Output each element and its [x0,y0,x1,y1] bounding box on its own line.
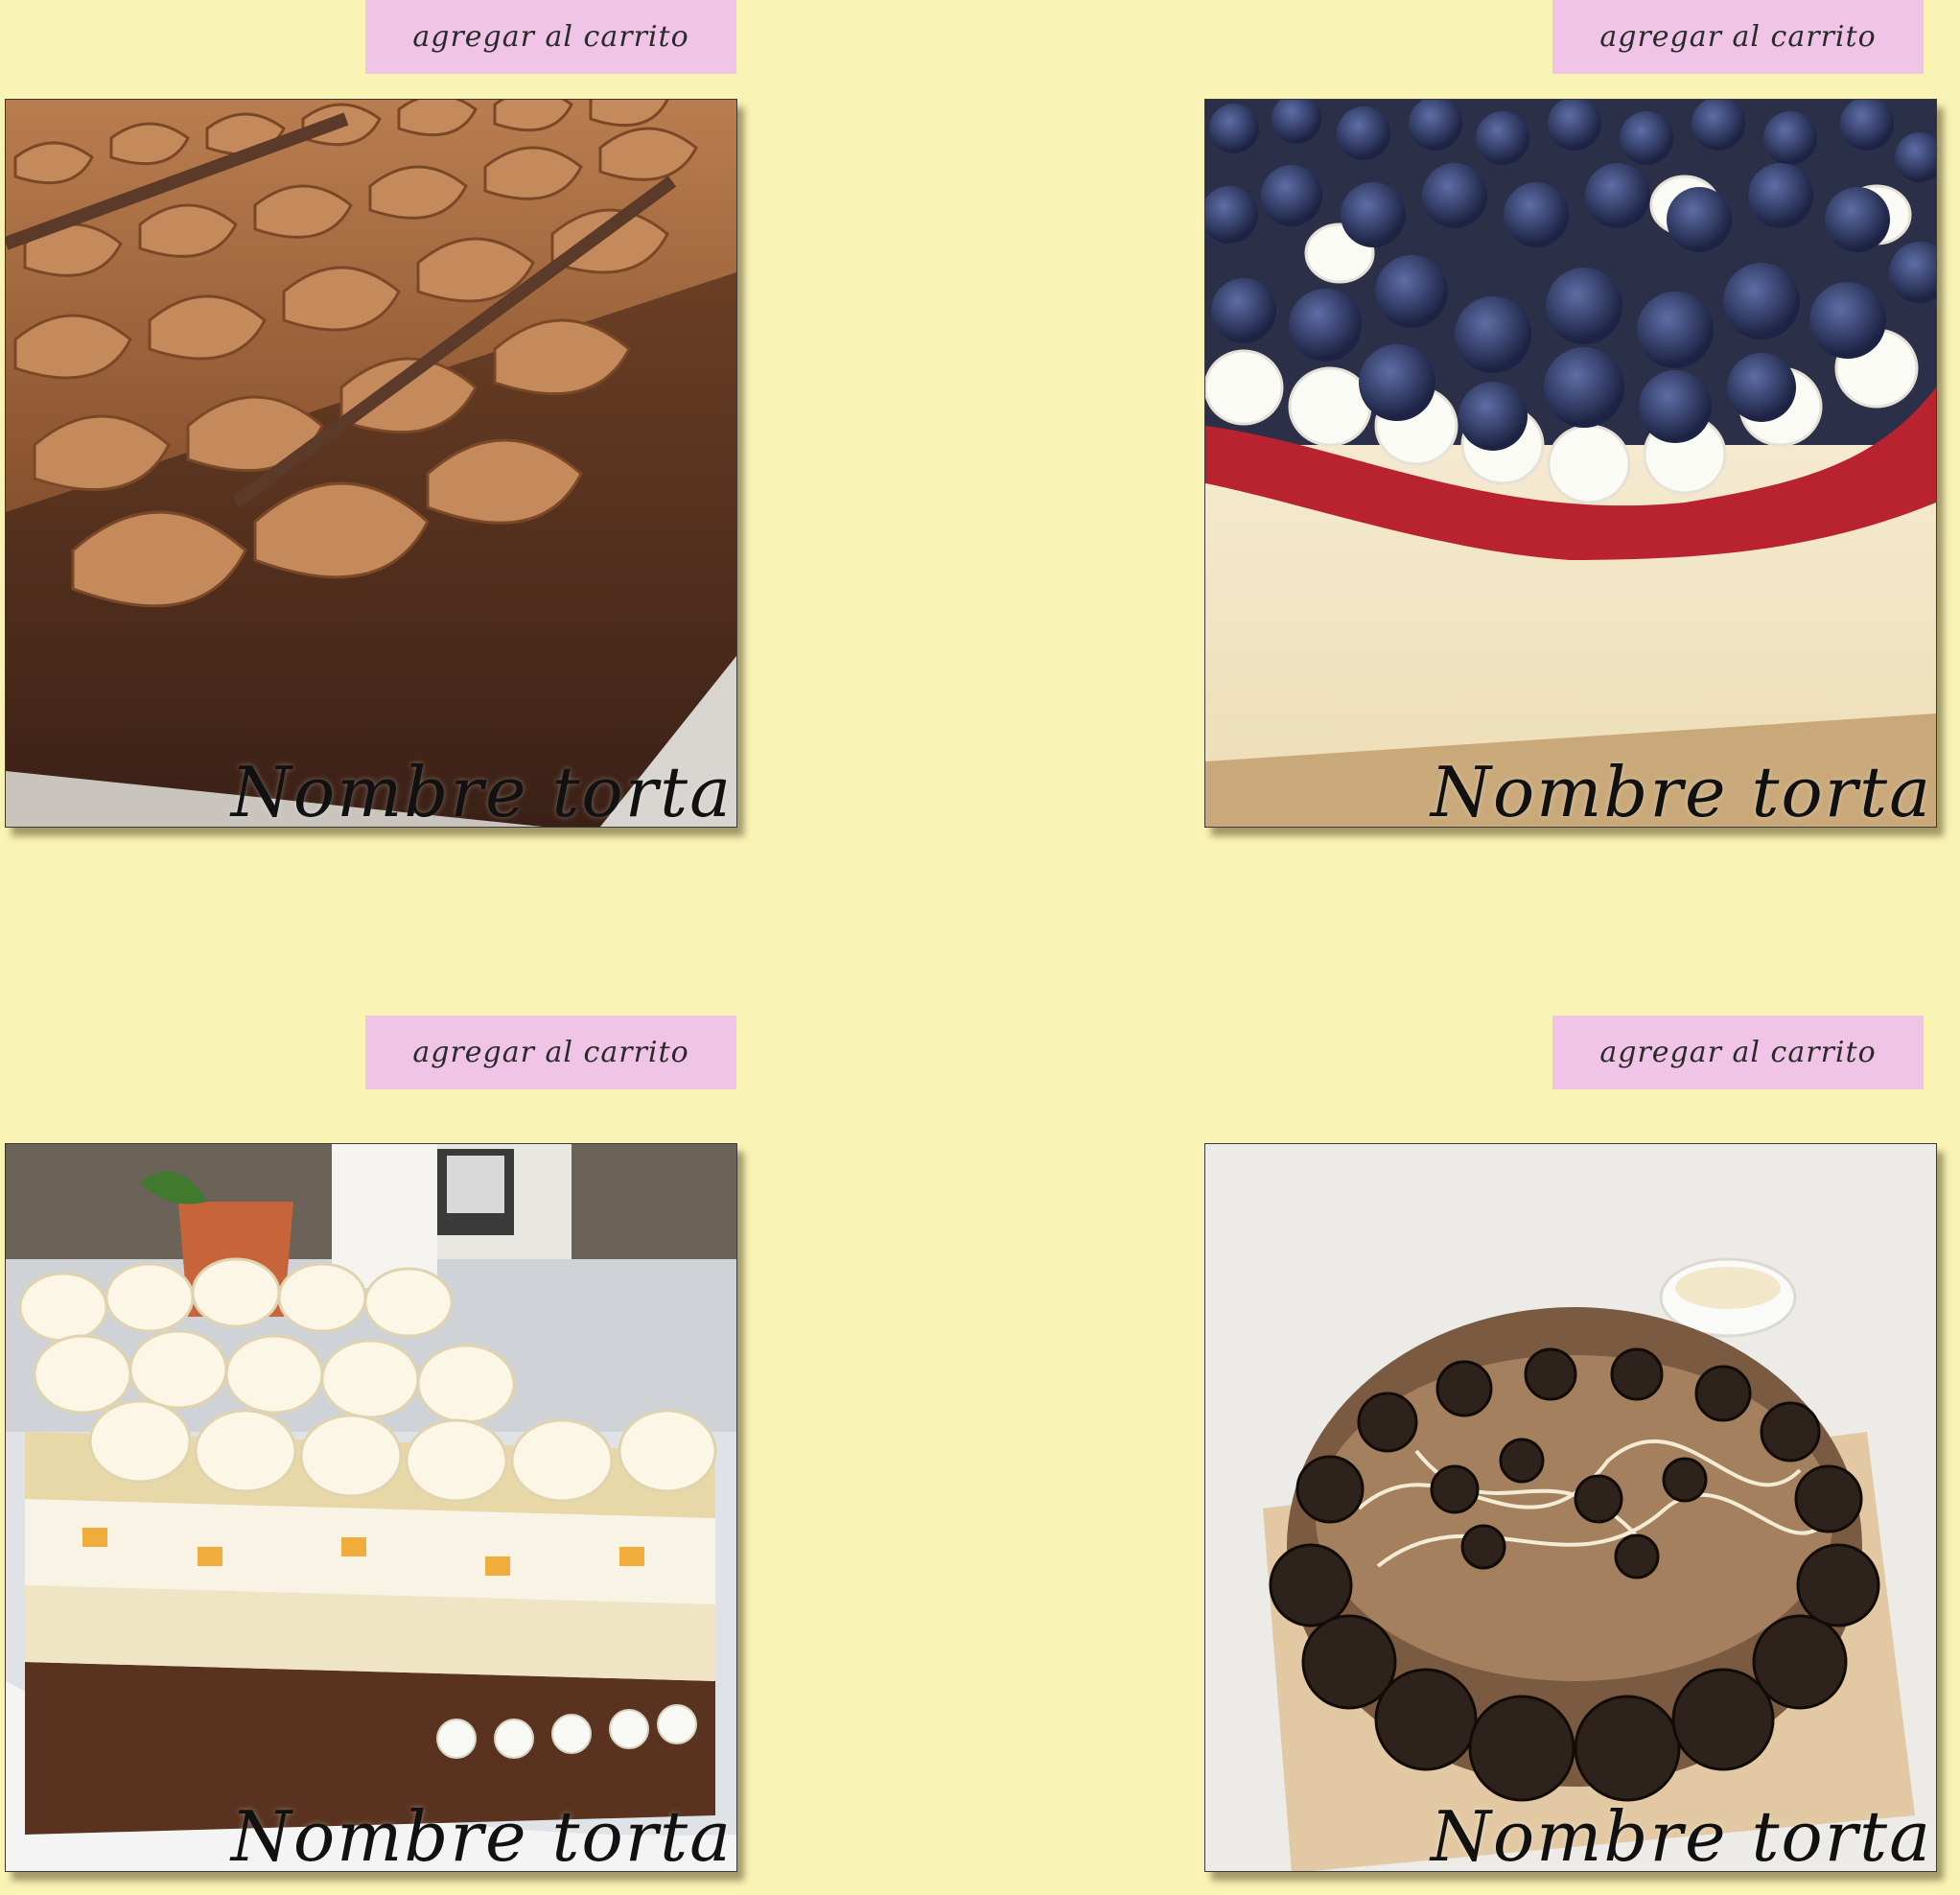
product-name: Nombre torta [1430,1796,1932,1872]
add-to-cart-label: agregar al carrito [1599,20,1877,54]
cream-layer-cake-photo [6,1144,736,1871]
product-card[interactable]: Nombre torta [1204,99,1937,828]
add-to-cart-button[interactable]: agregar al carrito [365,0,736,74]
product-card[interactable]: Nombre torta [5,99,737,828]
product-card[interactable]: Nombre torta [1204,1143,1937,1872]
oreo-cheesecake-photo [1205,1144,1936,1871]
product-name: Nombre torta [1430,752,1932,828]
add-to-cart-label: agregar al carrito [412,20,689,54]
add-to-cart-button[interactable]: agregar al carrito [1552,0,1924,74]
add-to-cart-button[interactable]: agregar al carrito [1552,1016,1924,1089]
add-to-cart-label: agregar al carrito [1599,1036,1877,1069]
blueberry-cheesecake-photo [1205,100,1936,827]
product-name: Nombre torta [230,752,733,828]
chocolate-cake-photo [6,100,736,827]
product-name: Nombre torta [230,1796,733,1872]
product-card[interactable]: Nombre torta [5,1143,737,1872]
add-to-cart-label: agregar al carrito [412,1036,689,1069]
add-to-cart-button[interactable]: agregar al carrito [365,1016,736,1089]
